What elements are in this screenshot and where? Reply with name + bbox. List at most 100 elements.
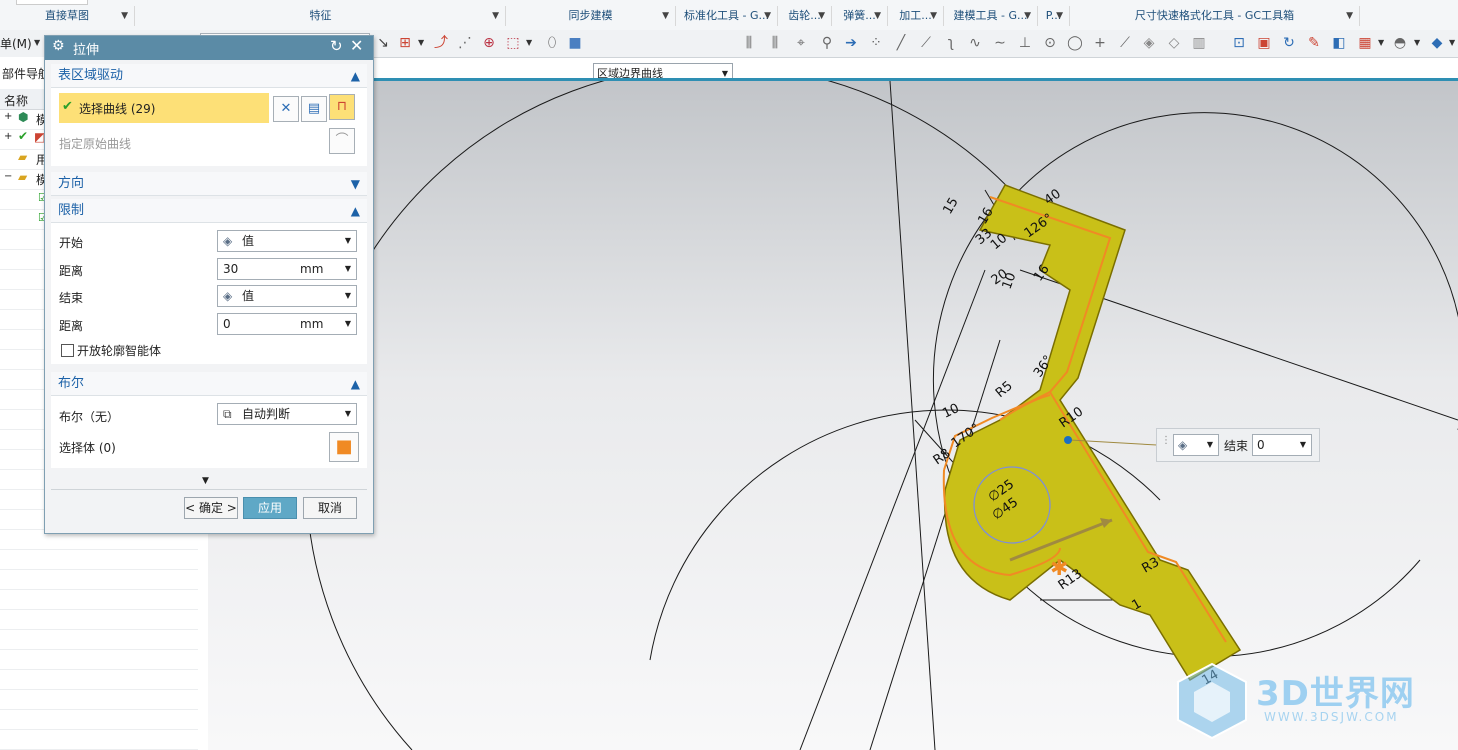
- start-distance-input[interactable]: 30 mm ▼: [217, 258, 357, 280]
- circle-icon[interactable]: ◯: [1066, 34, 1084, 52]
- ribbon-group-p[interactable]: P... ▼: [1038, 6, 1070, 26]
- more-options-icon[interactable]: ▼: [202, 476, 209, 486]
- boolean-select[interactable]: ⧉ 自动判断 ▼: [217, 403, 357, 425]
- ok-button[interactable]: < 确定 >: [184, 497, 238, 519]
- end-mode-select[interactable]: ◈ 值 ▼: [217, 285, 357, 307]
- section-direction[interactable]: 方向 ▼: [51, 172, 367, 196]
- column-name[interactable]: 名称: [4, 92, 28, 109]
- face-icon[interactable]: ◈: [1140, 34, 1158, 52]
- open-profile-checkbox[interactable]: [61, 344, 74, 357]
- circle-center-icon[interactable]: ⊙: [1041, 34, 1059, 52]
- camera-icon[interactable]: ◧: [1330, 34, 1348, 52]
- curve-icon[interactable]: ⤴: [432, 34, 450, 52]
- select-arrow-icon[interactable]: ↘: [374, 34, 392, 52]
- sketch-section-button[interactable]: ▤: [301, 96, 327, 122]
- curve-select-button[interactable]: ⊓: [329, 94, 355, 120]
- chevron-down-icon[interactable]: ▼: [418, 34, 424, 52]
- chevron-down-icon: ▼: [818, 11, 825, 21]
- layout-icon[interactable]: ▦: [1356, 34, 1374, 52]
- line-2-icon[interactable]: ⟋: [917, 34, 935, 52]
- tree-row: [0, 629, 198, 650]
- curve-icon: ⌒: [335, 133, 349, 148]
- section-boolean[interactable]: 布尔 ▲: [51, 372, 367, 396]
- vertex-icon[interactable]: ⋰: [456, 34, 474, 52]
- chevron-down-icon[interactable]: ▼: [1414, 34, 1420, 52]
- slash-icon[interactable]: ⟋: [1116, 34, 1134, 52]
- eraser-icon[interactable]: ⬯: [543, 34, 561, 52]
- wave-icon[interactable]: ∼: [991, 34, 1009, 52]
- ribbon-group-feature[interactable]: 特征 ▼: [136, 6, 506, 26]
- end-value-input[interactable]: 0 ▼: [1252, 434, 1312, 456]
- tree-row: [0, 689, 198, 710]
- section-region-drive[interactable]: 表区域驱动 ▲: [51, 64, 367, 88]
- tree-icon[interactable]: ⚲: [818, 34, 836, 52]
- end-mode-combo[interactable]: ◈ ▼: [1173, 434, 1219, 456]
- sheet-icon[interactable]: ◇: [1165, 34, 1183, 52]
- view-cube-icon[interactable]: ◆: [1428, 34, 1446, 52]
- watermark-brand: 3D世界网: [1256, 674, 1415, 714]
- ribbon-group-dim-format[interactable]: 尺寸快速格式化工具 - GC工具箱 ▼: [1070, 6, 1360, 26]
- dimension-label: R5: [993, 378, 1016, 401]
- perpendicular-icon[interactable]: ⊥: [1016, 34, 1034, 52]
- plus-icon[interactable]: +: [1091, 34, 1109, 52]
- spline-icon[interactable]: ∿: [966, 34, 984, 52]
- parallel-2-icon[interactable]: ⫼: [766, 34, 784, 52]
- chevron-down-icon: ▼: [874, 11, 881, 21]
- ribbon-group-sync-modeling[interactable]: 同步建模 ▼: [506, 6, 676, 26]
- line-icon[interactable]: ╱: [892, 34, 910, 52]
- chevron-down-icon[interactable]: ▼: [1378, 34, 1384, 52]
- chevron-down-icon[interactable]: ▼: [1449, 34, 1455, 52]
- expand-icon[interactable]: +: [4, 131, 12, 142]
- chevron-down-icon[interactable]: ▼: [34, 34, 40, 52]
- intersection-icon[interactable]: ⊕: [480, 34, 498, 52]
- section-limits[interactable]: 限制 ▲: [51, 199, 367, 223]
- brush-icon[interactable]: ✎: [1305, 34, 1323, 52]
- ribbon-group-machining[interactable]: 加工... ▼: [888, 6, 944, 26]
- zoom-fit-icon[interactable]: ⊡: [1230, 34, 1248, 52]
- cube-icon: ◈: [223, 289, 233, 303]
- reset-icon[interactable]: ↻: [330, 37, 343, 55]
- solid-body-icon: ■: [335, 436, 353, 457]
- parallel-icon[interactable]: ⫼: [740, 34, 758, 52]
- model-views-icon: ⬢: [18, 110, 29, 124]
- select-body-button[interactable]: ■: [329, 432, 359, 462]
- start-mode-select[interactable]: ◈ 值 ▼: [217, 230, 357, 252]
- ribbon-group-direct-sketch[interactable]: 直接草图 ▼: [0, 6, 135, 26]
- cancel-button[interactable]: 取消: [303, 497, 357, 519]
- model-drawing[interactable]: ✱ 15 16 40 126° 33 10 10 20 16 36° R5 R1…: [208, 81, 1458, 750]
- select-curve-row[interactable]: ✔ 选择曲线 (29): [59, 93, 269, 123]
- collapse-icon[interactable]: −: [4, 171, 12, 182]
- render-icon[interactable]: ◓: [1391, 34, 1409, 52]
- dots-icon[interactable]: ⁘: [867, 34, 885, 52]
- chevron-down-icon[interactable]: ▼: [526, 34, 532, 52]
- grip-icon[interactable]: ⋮: [1161, 435, 1171, 446]
- close-icon[interactable]: ✕: [350, 36, 363, 55]
- chevron-up-icon: ▲: [350, 377, 360, 391]
- expand-icon[interactable]: +: [4, 111, 12, 122]
- snap-point-icon[interactable]: ⊞: [396, 34, 414, 52]
- rotate-icon[interactable]: ↻: [1280, 34, 1298, 52]
- arrow-right-icon[interactable]: ➔: [842, 34, 860, 52]
- node-icon[interactable]: ⌖: [792, 34, 810, 52]
- original-curve-button[interactable]: ⌒: [329, 128, 355, 154]
- apply-button[interactable]: 应用: [243, 497, 297, 519]
- ribbon-group-modeling-tools[interactable]: 建模工具 - G... ▼: [944, 6, 1038, 26]
- chevron-down-icon: ▼: [930, 11, 937, 21]
- graphics-viewport[interactable]: ✱ 15 16 40 126° 33 10 10 20 16 36° R5 R1…: [208, 81, 1458, 750]
- curve-rule-button[interactable]: ✕: [273, 96, 299, 122]
- menu-button[interactable]: 单(M): [0, 35, 32, 52]
- ribbon-group-spring[interactable]: 弹簧... ▼: [832, 6, 888, 26]
- solid-cube-icon[interactable]: ■: [566, 34, 584, 52]
- hook-icon[interactable]: ʅ: [942, 34, 960, 52]
- ribbon-group-gear[interactable]: 齿轮... ▼: [778, 6, 832, 26]
- box-select-icon[interactable]: ⬚: [504, 34, 522, 52]
- start-distance-label: 距离: [59, 264, 84, 278]
- watermark-url: WWW.3DSJW.COM: [1264, 710, 1399, 724]
- ribbon-group-std-tools[interactable]: 标准化工具 - G... ▼: [676, 6, 778, 26]
- book-icon[interactable]: ▥: [1190, 34, 1208, 52]
- end-distance-input[interactable]: 0 mm ▼: [217, 313, 357, 335]
- zoom-window-icon[interactable]: ▣: [1255, 34, 1273, 52]
- end-distance-label: 距离: [59, 319, 84, 333]
- dialog-title-bar[interactable]: ⚙ 拉伸 ↻ ✕: [45, 36, 373, 60]
- cube-icon: ◈: [223, 234, 233, 248]
